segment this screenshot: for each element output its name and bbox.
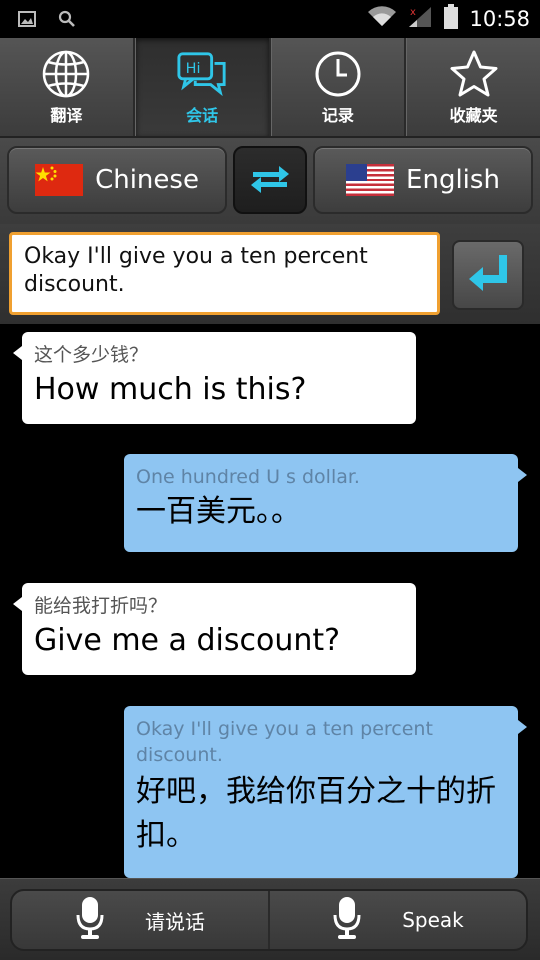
message-bubble[interactable]: One hundred U s dollar. 一百美元。。 xyxy=(124,454,527,552)
speak-chinese-button[interactable]: 请说话 xyxy=(12,891,268,949)
translated-text: Give me a discount? xyxy=(34,623,341,658)
tab-label: 会话 xyxy=(186,106,219,125)
status-bar: x 10:58 xyxy=(0,0,540,38)
svg-text:Hi: Hi xyxy=(186,61,201,77)
source-text: 能给我打折吗？ xyxy=(34,595,168,617)
text-input[interactable]: Okay I'll give you a ten percent discoun… xyxy=(9,232,440,315)
message-bubble[interactable]: Okay I'll give you a ten percent discoun… xyxy=(124,706,527,878)
china-flag-icon xyxy=(35,164,84,196)
chat-bubbles-icon: Hi xyxy=(176,48,228,100)
language-bar: Chinese English xyxy=(0,138,540,224)
source-language-label: Chinese xyxy=(95,165,199,195)
tab-bar: 翻译 Hi 会话 记录 收藏夹 xyxy=(0,38,540,138)
translated-text: 一百美元。。 xyxy=(136,494,301,529)
message-bubble[interactable]: 能给我打折吗？ Give me a discount? xyxy=(13,583,416,675)
usa-flag-icon xyxy=(346,164,395,196)
speak-english-label: Speak xyxy=(402,908,464,932)
translated-text: 好吧，我给你百分之十的折扣。 xyxy=(136,774,496,853)
search-icon xyxy=(58,10,76,32)
tab-label: 收藏夹 xyxy=(449,106,498,125)
clock-icon xyxy=(312,48,364,100)
tab-label: 记录 xyxy=(321,106,354,125)
bottom-bar: 请说话 Speak xyxy=(0,878,540,960)
speak-english-button[interactable]: Speak xyxy=(268,891,526,949)
status-time: 10:58 xyxy=(469,7,530,31)
speak-chinese-label: 请说话 xyxy=(145,909,205,934)
tab-history[interactable]: 记录 xyxy=(270,38,407,136)
tab-conversation[interactable]: Hi 会话 xyxy=(134,38,271,136)
picture-icon xyxy=(18,11,36,31)
svg-text:x: x xyxy=(410,7,416,18)
conversation-list: 这个多少钱？ How much is this? One hundred U s… xyxy=(0,324,540,878)
translated-text: How much is this? xyxy=(34,372,307,407)
star-icon xyxy=(448,48,500,100)
source-text: Okay I'll give you a ten percent discoun… xyxy=(136,718,433,766)
wifi-icon xyxy=(367,6,397,32)
enter-arrow-icon xyxy=(465,251,511,299)
tab-translate[interactable]: 翻译 xyxy=(0,38,135,136)
target-language-button[interactable]: English xyxy=(313,146,533,214)
microphone-icon xyxy=(75,895,105,946)
battery-icon xyxy=(443,4,459,34)
swap-languages-button[interactable] xyxy=(233,146,307,214)
speak-button-group: 请说话 Speak xyxy=(10,889,528,951)
tab-label: 翻译 xyxy=(50,106,83,125)
input-bar: Okay I'll give you a ten percent discoun… xyxy=(0,224,540,324)
source-text: 这个多少钱？ xyxy=(34,344,149,366)
signal-icon: x xyxy=(407,5,433,33)
source-language-button[interactable]: Chinese xyxy=(7,146,227,214)
microphone-icon xyxy=(332,895,362,946)
target-language-label: English xyxy=(406,165,500,195)
message-bubble[interactable]: 这个多少钱？ How much is this? xyxy=(13,332,416,424)
swap-arrows-icon xyxy=(249,163,291,197)
source-text: One hundred U s dollar. xyxy=(136,466,360,488)
globe-icon xyxy=(40,48,92,100)
tab-favorites[interactable]: 收藏夹 xyxy=(406,38,540,136)
send-button[interactable] xyxy=(452,240,524,310)
